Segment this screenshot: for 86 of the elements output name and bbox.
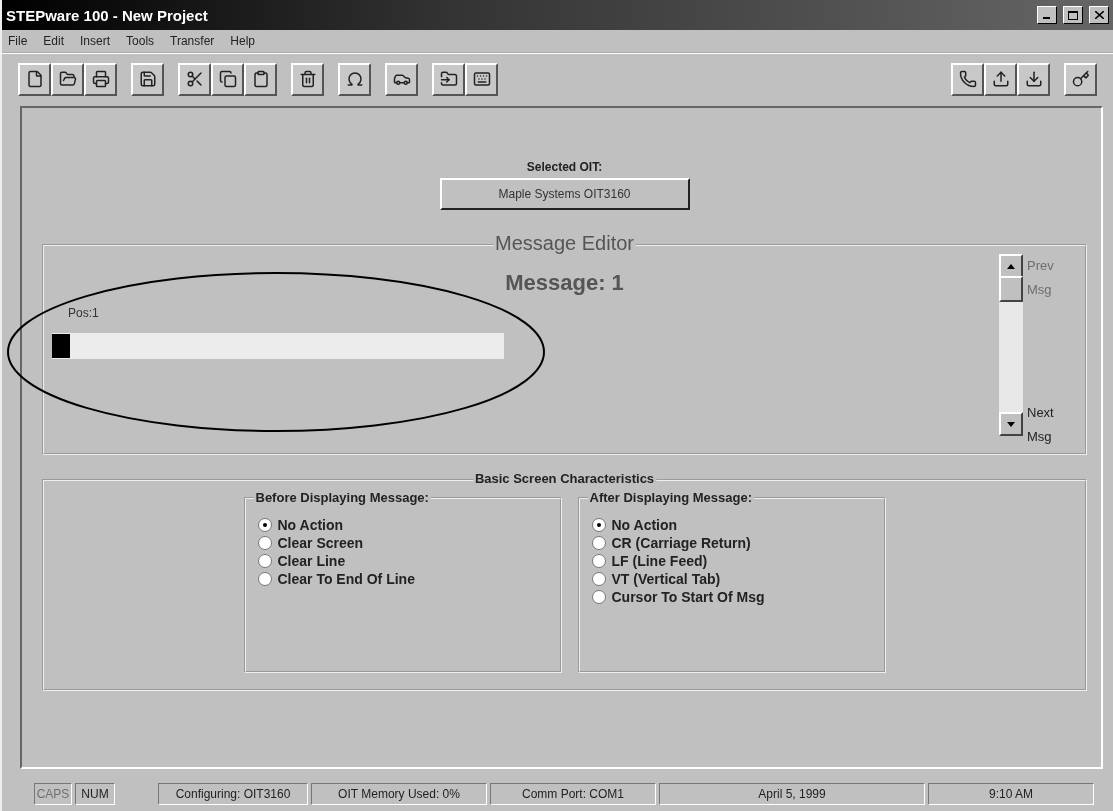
- radio-button[interactable]: [257, 572, 272, 586]
- group-title: Before Displaying Message:: [253, 490, 431, 505]
- menu-item[interactable]: File: [8, 34, 28, 48]
- menu-item[interactable]: Transfer: [170, 34, 215, 48]
- text-cursor: [52, 334, 70, 358]
- group-title: Message Editor: [493, 232, 636, 255]
- keyboard-icon: [472, 70, 491, 88]
- download-icon: [1024, 70, 1043, 88]
- toolbar-button[interactable]: [291, 62, 324, 96]
- toolbar-button[interactable]: [51, 62, 84, 96]
- toolbar-button[interactable]: [178, 62, 211, 96]
- toolbar-button[interactable]: [951, 62, 984, 96]
- maximize-icon: [1068, 10, 1078, 20]
- omega-icon: [345, 70, 364, 88]
- message-heading: Message: 1: [505, 270, 624, 296]
- folder-icon: [439, 70, 458, 88]
- window-title: STEPware 100 - New Project: [6, 6, 209, 24]
- up-arrow-icon: [1007, 263, 1015, 269]
- radio-option[interactable]: No Action: [257, 517, 548, 533]
- upload-icon: [991, 70, 1010, 88]
- status-field: OIT Memory Used: 0%: [311, 783, 487, 805]
- radio-button[interactable]: [591, 554, 606, 568]
- menu-item[interactable]: Insert: [80, 34, 111, 48]
- radio-button[interactable]: [257, 554, 272, 568]
- status-field: Comm Port: COM1: [490, 783, 656, 805]
- clipboard-icon: [251, 70, 270, 88]
- new-file-icon: [25, 70, 44, 88]
- toolbar-button[interactable]: [84, 62, 117, 96]
- scissors-icon: [185, 70, 204, 88]
- radio-option[interactable]: LF (Line Feed): [591, 553, 872, 569]
- toolbar-button[interactable]: [385, 62, 418, 96]
- toolbar-button[interactable]: [465, 62, 498, 96]
- toolbar-button[interactable]: [338, 62, 371, 96]
- oit-button[interactable]: Maple Systems OIT3160: [439, 178, 690, 210]
- toolbar-button[interactable]: [1064, 62, 1097, 96]
- radio-option[interactable]: No Action: [591, 517, 872, 533]
- save-icon: [138, 70, 157, 88]
- toolbar-button[interactable]: [984, 62, 1017, 96]
- open-folder-icon: [58, 70, 77, 88]
- radio-option[interactable]: VT (Vertical Tab): [591, 571, 872, 587]
- status-field: 9:10 AM: [928, 783, 1094, 805]
- radio-button[interactable]: [591, 590, 606, 604]
- message-input-field[interactable]: [52, 333, 504, 359]
- status-field: NUM: [75, 783, 115, 805]
- next-message-label: Next Msg: [1027, 404, 1055, 446]
- message-scrollbar[interactable]: [999, 254, 1023, 436]
- status-field: April 5, 1999: [659, 783, 925, 805]
- toolbar-button[interactable]: [244, 62, 277, 96]
- toolbar-button[interactable]: [1017, 62, 1050, 96]
- scroll-up-button[interactable]: [999, 254, 1023, 278]
- radio-option[interactable]: Clear To End Of Line: [257, 571, 548, 587]
- scroll-down-button[interactable]: [999, 412, 1023, 436]
- selected-oit-label: Selected OIT:: [526, 160, 603, 174]
- menu-item[interactable]: Help: [230, 34, 255, 48]
- radio-option[interactable]: CR (Carriage Return): [591, 535, 872, 551]
- radio-button[interactable]: [591, 536, 606, 550]
- down-arrow-icon: [1007, 421, 1015, 427]
- phone-icon: [958, 70, 977, 88]
- radio-button[interactable]: [257, 536, 272, 550]
- close-button[interactable]: [1089, 6, 1109, 24]
- radio-option[interactable]: Clear Line: [257, 553, 548, 569]
- printer-icon: [91, 70, 110, 88]
- status-field: CAPS: [34, 783, 72, 805]
- toolbar-button[interactable]: [131, 62, 164, 96]
- prev-message-label: Prev Msg: [1027, 257, 1055, 299]
- maximize-button[interactable]: [1063, 6, 1083, 24]
- close-icon: [1094, 11, 1104, 19]
- radio-button[interactable]: [591, 572, 606, 586]
- radio-option[interactable]: Cursor To Start Of Msg: [591, 589, 872, 605]
- toolbar-button[interactable]: [18, 62, 51, 96]
- key-icon: [1071, 70, 1090, 88]
- toolbar-button[interactable]: [211, 62, 244, 96]
- status-field: Configuring: OIT3160: [158, 783, 308, 805]
- copy-icon: [218, 70, 237, 88]
- trash-icon: [298, 70, 317, 88]
- position-label: Pos:1: [68, 306, 99, 320]
- minimize-button[interactable]: [1037, 6, 1057, 24]
- radio-button[interactable]: [591, 518, 606, 532]
- radio-button[interactable]: [257, 518, 272, 532]
- menu-item[interactable]: Edit: [43, 34, 65, 48]
- scroll-thumb[interactable]: [999, 276, 1023, 302]
- group-title: Basic Screen Characteristics: [472, 471, 657, 486]
- group-title: After Displaying Message:: [587, 490, 755, 505]
- toolbar-button[interactable]: [432, 62, 465, 96]
- radio-option[interactable]: Clear Screen: [257, 535, 548, 551]
- menu-item[interactable]: Tools: [126, 34, 155, 48]
